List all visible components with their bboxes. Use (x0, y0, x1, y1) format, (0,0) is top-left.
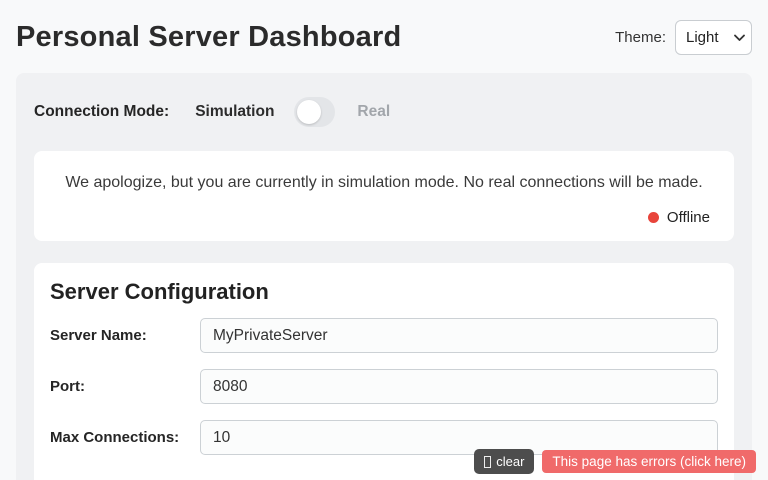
theme-select[interactable]: Light (675, 20, 752, 55)
server-name-input[interactable] (200, 318, 718, 353)
server-configuration-card: Server Configuration Server Name: Port: … (34, 263, 734, 480)
simulation-panel: Connection Mode: Simulation Real We apol… (16, 73, 752, 480)
mode-real-label: Real (357, 103, 391, 120)
page-title: Personal Server Dashboard (16, 21, 402, 53)
theme-select-wrap: Light (675, 20, 752, 55)
clear-button[interactable]: clear (474, 449, 535, 474)
server-configuration-title: Server Configuration (50, 279, 269, 304)
connection-mode-toggle[interactable] (294, 97, 336, 127)
offline-status-dot-icon (647, 212, 659, 223)
page-errors-badge[interactable]: This page has errors (click here) (542, 450, 756, 473)
max-connections-label: Max Connections: (50, 429, 180, 446)
mode-simulation-label: Simulation (195, 103, 275, 120)
server-name-label: Server Name: (50, 327, 147, 344)
status-row: Offline (58, 209, 710, 226)
theme-control: Theme: Light (615, 20, 752, 55)
clear-icon (484, 455, 492, 468)
clear-button-label: clear (496, 454, 525, 469)
server-name-row: Server Name: (50, 318, 718, 353)
port-row: Port: (50, 369, 718, 404)
simulation-notice-text: We apologize, but you are currently in s… (65, 174, 703, 191)
debug-overlay: clear This page has errors (click here) (474, 449, 756, 474)
connection-mode-row: Connection Mode: Simulation Real (34, 97, 734, 127)
port-label: Port: (50, 378, 85, 395)
offline-status-text: Offline (666, 209, 710, 226)
simulation-notice-box: We apologize, but you are currently in s… (34, 151, 734, 241)
page-header: Personal Server Dashboard Theme: Light (0, 0, 768, 73)
port-input[interactable] (200, 369, 718, 404)
connection-mode-label: Connection Mode: (34, 103, 170, 120)
theme-label: Theme: (615, 29, 666, 46)
toggle-knob (297, 100, 322, 124)
